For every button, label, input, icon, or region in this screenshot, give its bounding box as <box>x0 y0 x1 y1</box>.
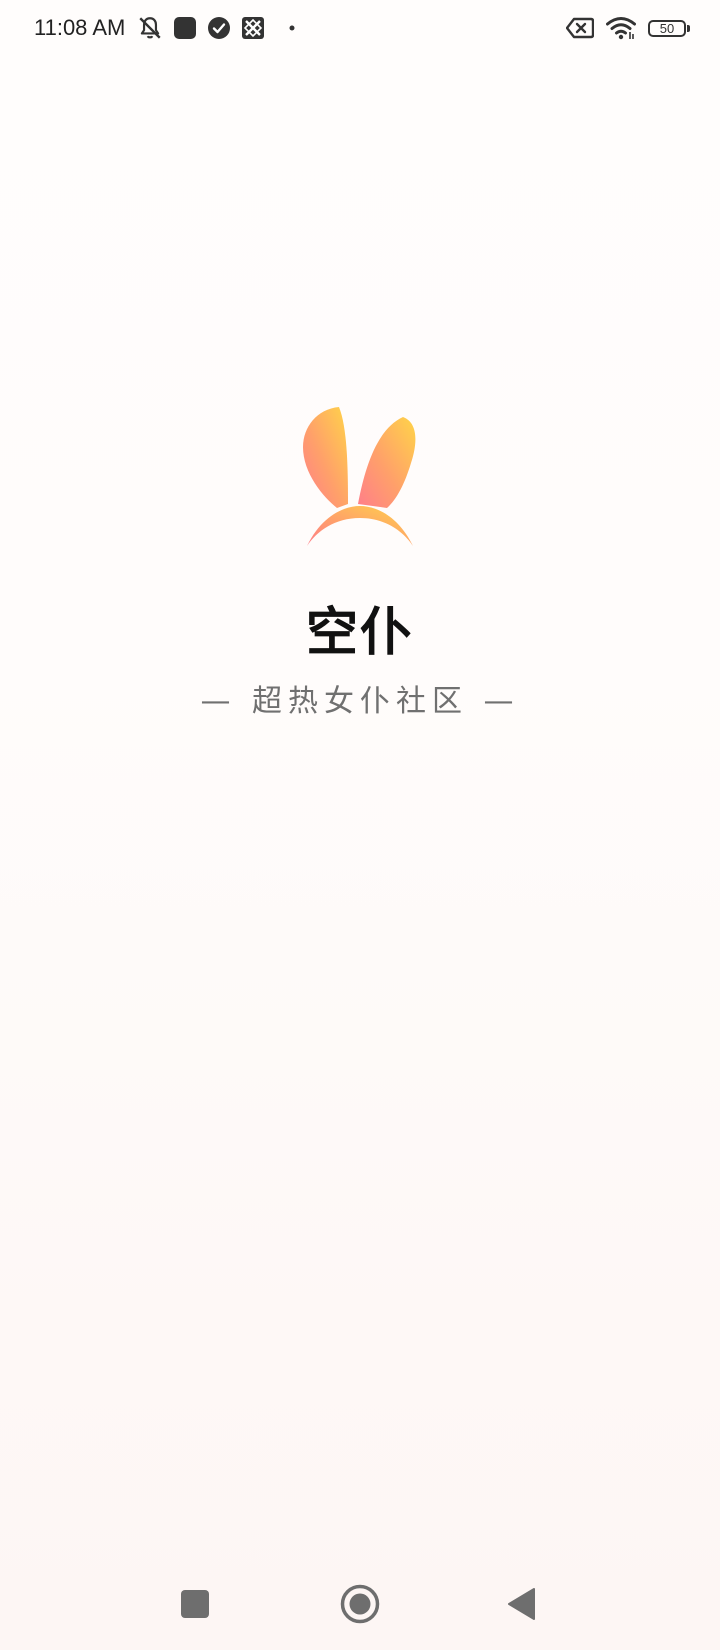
back-button[interactable] <box>500 1582 544 1626</box>
battery-icon: 50 <box>648 19 690 37</box>
splash-screen: 空仆 — 超热女仆社区 — <box>0 405 720 720</box>
bunny-ears-icon <box>303 407 416 546</box>
bell-off-icon <box>137 15 163 41</box>
status-left: 11:08 AM <box>34 15 295 41</box>
app-square-icon <box>173 16 197 40</box>
home-circle-icon <box>340 1584 380 1624</box>
tagline: — 超热女仆社区 — <box>200 684 520 720</box>
status-time: 11:08 AM <box>34 15 126 40</box>
wifi-icon <box>606 16 636 40</box>
recents-square-icon <box>181 1590 209 1618</box>
status-right: 50 <box>566 16 690 40</box>
navigation-bar <box>0 1560 720 1650</box>
back-triangle-icon <box>508 1588 535 1620</box>
check-circle-icon <box>207 16 231 40</box>
app-name: 空仆 <box>305 603 414 663</box>
dot-icon <box>289 25 295 31</box>
battery-level: 50 <box>648 19 686 37</box>
no-sim-icon <box>566 17 594 39</box>
sim-blocked-icon <box>241 16 265 40</box>
recents-button[interactable] <box>173 1582 217 1626</box>
home-button[interactable] <box>338 1582 382 1626</box>
status-bar: 11:08 AM 50 <box>0 0 720 56</box>
